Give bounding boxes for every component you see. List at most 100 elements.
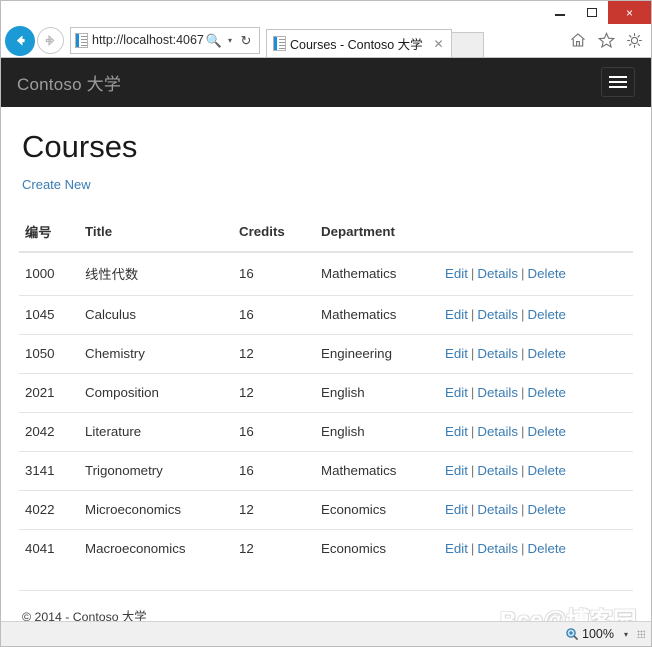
refresh-icon[interactable]: ↻ <box>236 33 256 49</box>
cell-actions: Edit | Details | Delete <box>445 334 633 374</box>
delete-link[interactable]: Delete <box>528 463 566 478</box>
cell-credits: 16 <box>239 295 321 335</box>
zoom-magnifier-icon <box>565 627 579 641</box>
cell-id: 4022 <box>19 490 85 530</box>
cell-department: Mathematics <box>321 451 445 491</box>
arrow-right-icon <box>45 34 55 47</box>
delete-link[interactable]: Delete <box>528 502 566 517</box>
table-row: 2042 Literature 16 English Edit | Details | Dele… <box>19 412 633 452</box>
table-row: 4041 Macroeconomics 12 Economics Edit | Detail… <box>19 529 633 569</box>
create-new-link[interactable]: Create New <box>22 177 91 192</box>
cell-credits: 12 <box>239 529 321 569</box>
table-header-row: 编号 Title Credits Department <box>19 214 633 254</box>
zoom-chevron-down-icon[interactable]: ▾ <box>624 630 628 639</box>
edit-link[interactable]: Edit <box>445 266 468 281</box>
action-separator: | <box>521 385 525 401</box>
url-text[interactable]: http://localhost:40675, <box>92 28 204 53</box>
address-bar[interactable]: http://localhost:40675, 🔍 ▾ ↻ <box>70 27 260 54</box>
tab-courses[interactable]: Courses - Contoso 大学 ✕ <box>266 29 452 57</box>
tab-favicon-icon <box>273 36 286 51</box>
action-separator: | <box>521 502 525 518</box>
cell-title: Macroeconomics <box>85 529 239 569</box>
edit-link[interactable]: Edit <box>445 463 468 478</box>
favorites-star-icon[interactable] <box>594 28 618 52</box>
details-link[interactable]: Details <box>477 346 518 361</box>
minimize-button[interactable] <box>544 1 576 24</box>
action-separator: | <box>521 307 525 323</box>
zoom-control[interactable]: 100% ▾ <box>565 627 628 641</box>
action-separator: | <box>521 463 525 479</box>
action-separator: | <box>470 307 475 323</box>
close-button[interactable]: × <box>608 1 651 24</box>
delete-link[interactable]: Delete <box>528 424 566 439</box>
edit-link[interactable]: Edit <box>445 502 468 517</box>
hamburger-menu-button[interactable] <box>601 67 635 97</box>
cell-credits: 16 <box>239 412 321 452</box>
cell-actions: Edit | Details | Delete <box>445 252 633 296</box>
tab-strip: Courses - Contoso 大学 ✕ <box>266 24 484 57</box>
cell-actions: Edit | Details | Delete <box>445 529 633 569</box>
site-brand[interactable]: Contoso 大学 <box>17 70 121 95</box>
page-title: Courses <box>22 129 138 164</box>
edit-link[interactable]: Edit <box>445 307 468 322</box>
details-link[interactable]: Details <box>477 266 518 281</box>
resize-grip[interactable] <box>637 630 645 638</box>
delete-link[interactable]: Delete <box>528 307 566 322</box>
cell-title: Trigonometry <box>85 451 239 491</box>
new-tab-button[interactable] <box>451 32 484 57</box>
cell-actions: Edit | Details | Delete <box>445 451 633 491</box>
details-link[interactable]: Details <box>477 463 518 478</box>
tab-close-icon[interactable]: ✕ <box>430 37 447 51</box>
cell-credits: 12 <box>239 490 321 530</box>
details-link[interactable]: Details <box>477 385 518 400</box>
action-separator: | <box>470 266 475 282</box>
cell-credits: 12 <box>239 373 321 413</box>
gear-icon[interactable] <box>622 28 646 52</box>
cell-id: 2021 <box>19 373 85 413</box>
details-link[interactable]: Details <box>477 307 518 322</box>
arrow-left-icon <box>16 35 25 46</box>
courses-table: 编号 Title Credits Department 1000 线性代数 16 Ma… <box>19 214 633 569</box>
column-header-title: Title <box>85 214 239 254</box>
search-icon[interactable]: 🔍 <box>204 33 224 49</box>
delete-link[interactable]: Delete <box>528 541 566 556</box>
cell-id: 1050 <box>19 334 85 374</box>
cell-department: English <box>321 412 445 452</box>
hamburger-bar <box>609 81 627 83</box>
cell-department: English <box>321 373 445 413</box>
forward-button[interactable] <box>37 27 64 54</box>
edit-link[interactable]: Edit <box>445 541 468 556</box>
details-link[interactable]: Details <box>477 502 518 517</box>
edit-link[interactable]: Edit <box>445 385 468 400</box>
cell-id: 1000 <box>25 266 55 282</box>
edit-link[interactable]: Edit <box>445 424 468 439</box>
details-link[interactable]: Details <box>477 424 518 439</box>
details-link[interactable]: Details <box>477 541 518 556</box>
home-icon[interactable] <box>566 28 590 52</box>
tab-title: Courses - Contoso 大学 <box>290 38 423 52</box>
cell-title: Literature <box>85 412 239 452</box>
delete-link[interactable]: Delete <box>528 266 566 281</box>
delete-link[interactable]: Delete <box>528 346 566 361</box>
minimize-icon <box>555 14 565 16</box>
cell-department: Mathematics <box>321 295 445 335</box>
hamburger-bar <box>609 76 627 78</box>
browser-tool-icons <box>566 28 646 52</box>
cell-id: 1045 <box>19 295 85 335</box>
column-header-credits: Credits <box>239 214 321 254</box>
action-separator: | <box>470 424 475 440</box>
hamburger-bar <box>609 86 627 88</box>
window-controls: × <box>544 1 651 24</box>
delete-link[interactable]: Delete <box>528 385 566 400</box>
back-button[interactable] <box>5 25 35 56</box>
page-container: Courses Create New 编号 Title Credits Depa… <box>1 129 651 621</box>
maximize-button[interactable] <box>576 1 608 24</box>
action-separator: | <box>521 346 525 362</box>
cell-department: Economics <box>321 529 445 569</box>
action-separator: | <box>521 424 525 440</box>
table-head: 编号 Title Credits Department <box>19 214 633 254</box>
cell-credits: 16 <box>239 266 254 282</box>
cell-actions: Edit | Details | Delete <box>445 373 633 413</box>
chevron-down-icon[interactable]: ▾ <box>224 36 236 45</box>
edit-link[interactable]: Edit <box>445 346 468 361</box>
